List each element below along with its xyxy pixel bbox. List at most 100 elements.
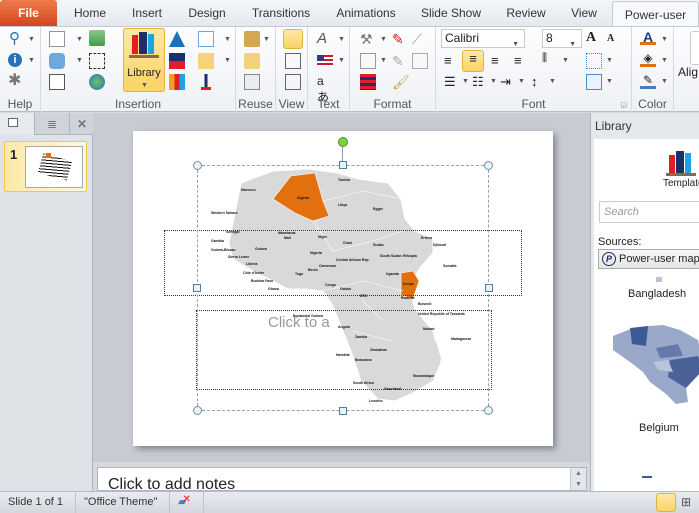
gear-icon[interactable]: ✱	[8, 73, 24, 89]
resize-handle-e[interactable]	[485, 284, 493, 292]
align-button[interactable]	[690, 31, 699, 65]
text-box-margins-icon[interactable]	[586, 74, 602, 90]
templates-button[interactable]: Templates	[656, 147, 699, 189]
stamp-icon[interactable]	[201, 74, 211, 90]
reuse-slide-icon[interactable]	[244, 74, 260, 90]
table-insert-icon[interactable]	[89, 30, 105, 46]
resize-handle-s[interactable]	[339, 407, 347, 415]
shrink-font-icon[interactable]: A	[607, 33, 623, 49]
format-painter-icon[interactable]: 🖌	[392, 74, 410, 90]
font-color-icon[interactable]: A	[640, 29, 656, 45]
tab-design[interactable]: Design	[180, 0, 234, 27]
chevron-down-icon[interactable]: ▼	[661, 78, 668, 85]
chevron-down-icon[interactable]: ▼	[518, 78, 525, 85]
bar-chart-icon[interactable]	[169, 74, 185, 90]
spell-check-status[interactable]: ▰✕	[170, 492, 204, 513]
info-icon[interactable]: i	[8, 53, 22, 67]
language-flag-icon[interactable]	[317, 55, 333, 66]
text-format-icon[interactable]: A	[317, 30, 333, 47]
chevron-down-icon[interactable]: ▼	[28, 57, 35, 64]
belgium-map-thumb[interactable]	[608, 322, 699, 407]
resize-handle-n[interactable]	[339, 161, 347, 169]
align-right-icon[interactable]: ≡	[491, 53, 507, 69]
shapes-icon[interactable]	[49, 53, 65, 69]
close-pane-button[interactable]: ✕	[71, 113, 93, 135]
fit-text-icon[interactable]	[586, 53, 602, 69]
resize-handle-nw[interactable]	[193, 161, 202, 170]
new-shape-icon[interactable]	[49, 31, 65, 47]
grow-font-icon[interactable]: A	[586, 30, 602, 46]
chevron-down-icon[interactable]: ▼	[549, 78, 556, 85]
align-center-icon[interactable]: ≡	[462, 50, 484, 72]
normal-view-icon[interactable]	[283, 29, 303, 49]
tab-power-user[interactable]: Power-user	[612, 1, 699, 28]
chevron-down-icon[interactable]: ▼	[606, 78, 613, 85]
bangladesh-map-thumb[interactable]	[656, 277, 662, 282]
list-format-icon[interactable]	[360, 74, 376, 90]
indent-icon[interactable]: ⇥	[500, 74, 516, 90]
pyramid-chart-icon[interactable]	[169, 31, 185, 47]
normal-view-button[interactable]	[656, 493, 676, 512]
fill-color-icon[interactable]: ◈	[640, 51, 656, 67]
numbering-icon[interactable]: ☷	[472, 74, 488, 90]
scroll-up-icon[interactable]: ▲	[575, 470, 582, 477]
tab-file[interactable]: File	[0, 0, 57, 26]
library-item-label[interactable]: Bangladesh	[628, 288, 686, 300]
phonetic-icon[interactable]: aあ	[317, 74, 333, 104]
text-box-icon[interactable]	[49, 74, 65, 90]
tab-slide-show[interactable]: Slide Show	[416, 0, 486, 27]
table-icon[interactable]	[198, 31, 214, 47]
chevron-down-icon[interactable]: ▼	[661, 36, 668, 43]
resize-handle-ne[interactable]	[484, 161, 493, 170]
caption-icon[interactable]	[89, 53, 105, 69]
tab-insert[interactable]: Insert	[120, 0, 174, 27]
slide-thumbnail[interactable]: 1	[4, 141, 87, 192]
sticky-note-icon[interactable]	[198, 53, 214, 69]
chevron-down-icon[interactable]: ▼	[380, 36, 387, 43]
chevron-down-icon[interactable]: ▼	[338, 57, 345, 64]
notes-pane[interactable]: Click to add notes ▲ ▼	[97, 467, 587, 491]
chevron-down-icon[interactable]: ▼	[380, 57, 387, 64]
text-direction-icon[interactable]: ⫼	[542, 52, 558, 68]
notes-scrollbar[interactable]: ▲ ▼	[570, 468, 586, 490]
gantt-icon[interactable]	[169, 53, 185, 69]
tools-icon[interactable]: ⚒	[360, 31, 376, 47]
eyedropper-icon[interactable]: ✎	[392, 31, 408, 47]
notes-placeholder[interactable]: Click to add notes	[108, 476, 235, 490]
library-search-input[interactable]: Search	[599, 201, 699, 223]
chevron-down-icon[interactable]: ▼	[490, 78, 497, 85]
chevron-down-icon[interactable]: ▼	[562, 57, 569, 64]
slide-canvas[interactable]: Click to a Morocco Western Sahara Algeri…	[133, 131, 553, 446]
chevron-down-icon[interactable]: ▼	[661, 57, 668, 64]
line-spacing-icon[interactable]: ↕	[531, 74, 547, 90]
resize-handle-se[interactable]	[484, 406, 493, 415]
rotation-handle[interactable]	[338, 137, 348, 147]
chevron-down-icon[interactable]: ▼	[224, 57, 231, 64]
next-map-thumb[interactable]	[642, 476, 652, 478]
theme-name[interactable]: "Office Theme"	[76, 492, 170, 513]
tab-home[interactable]: Home	[64, 0, 116, 27]
chevron-down-icon[interactable]: ▼	[224, 36, 231, 43]
cell-format-icon[interactable]	[412, 53, 428, 69]
tab-animations[interactable]: Animations	[330, 0, 402, 27]
magic-wand-icon[interactable]: ⟋	[412, 31, 428, 47]
chevron-down-icon[interactable]: ▼	[462, 78, 469, 85]
tab-outline[interactable]: ≣	[35, 113, 70, 135]
globe-link-icon[interactable]	[89, 74, 105, 90]
font-name-select[interactable]: Calibri ▼	[441, 29, 525, 48]
chevron-down-icon[interactable]: ▼	[76, 57, 83, 64]
dialog-launcher-icon[interactable]: ◲	[620, 101, 627, 109]
sources-select[interactable]: P Power-user map	[598, 249, 699, 269]
paste-icon[interactable]	[244, 31, 260, 47]
chevron-down-icon[interactable]: ▼	[606, 57, 613, 64]
line-color-icon[interactable]: ✎	[640, 73, 656, 89]
tab-transitions[interactable]: Transitions	[244, 0, 318, 27]
resize-handle-sw[interactable]	[193, 406, 202, 415]
eyedropper-gray-icon[interactable]: ✎	[392, 53, 408, 69]
scroll-down-icon[interactable]: ▼	[575, 481, 582, 488]
resize-handle-w[interactable]	[193, 284, 201, 292]
justify-icon[interactable]: ≡	[514, 53, 530, 69]
tab-review[interactable]: Review	[500, 0, 552, 27]
chevron-down-icon[interactable]: ▼	[338, 36, 345, 43]
grid-view-icon[interactable]	[285, 74, 301, 90]
